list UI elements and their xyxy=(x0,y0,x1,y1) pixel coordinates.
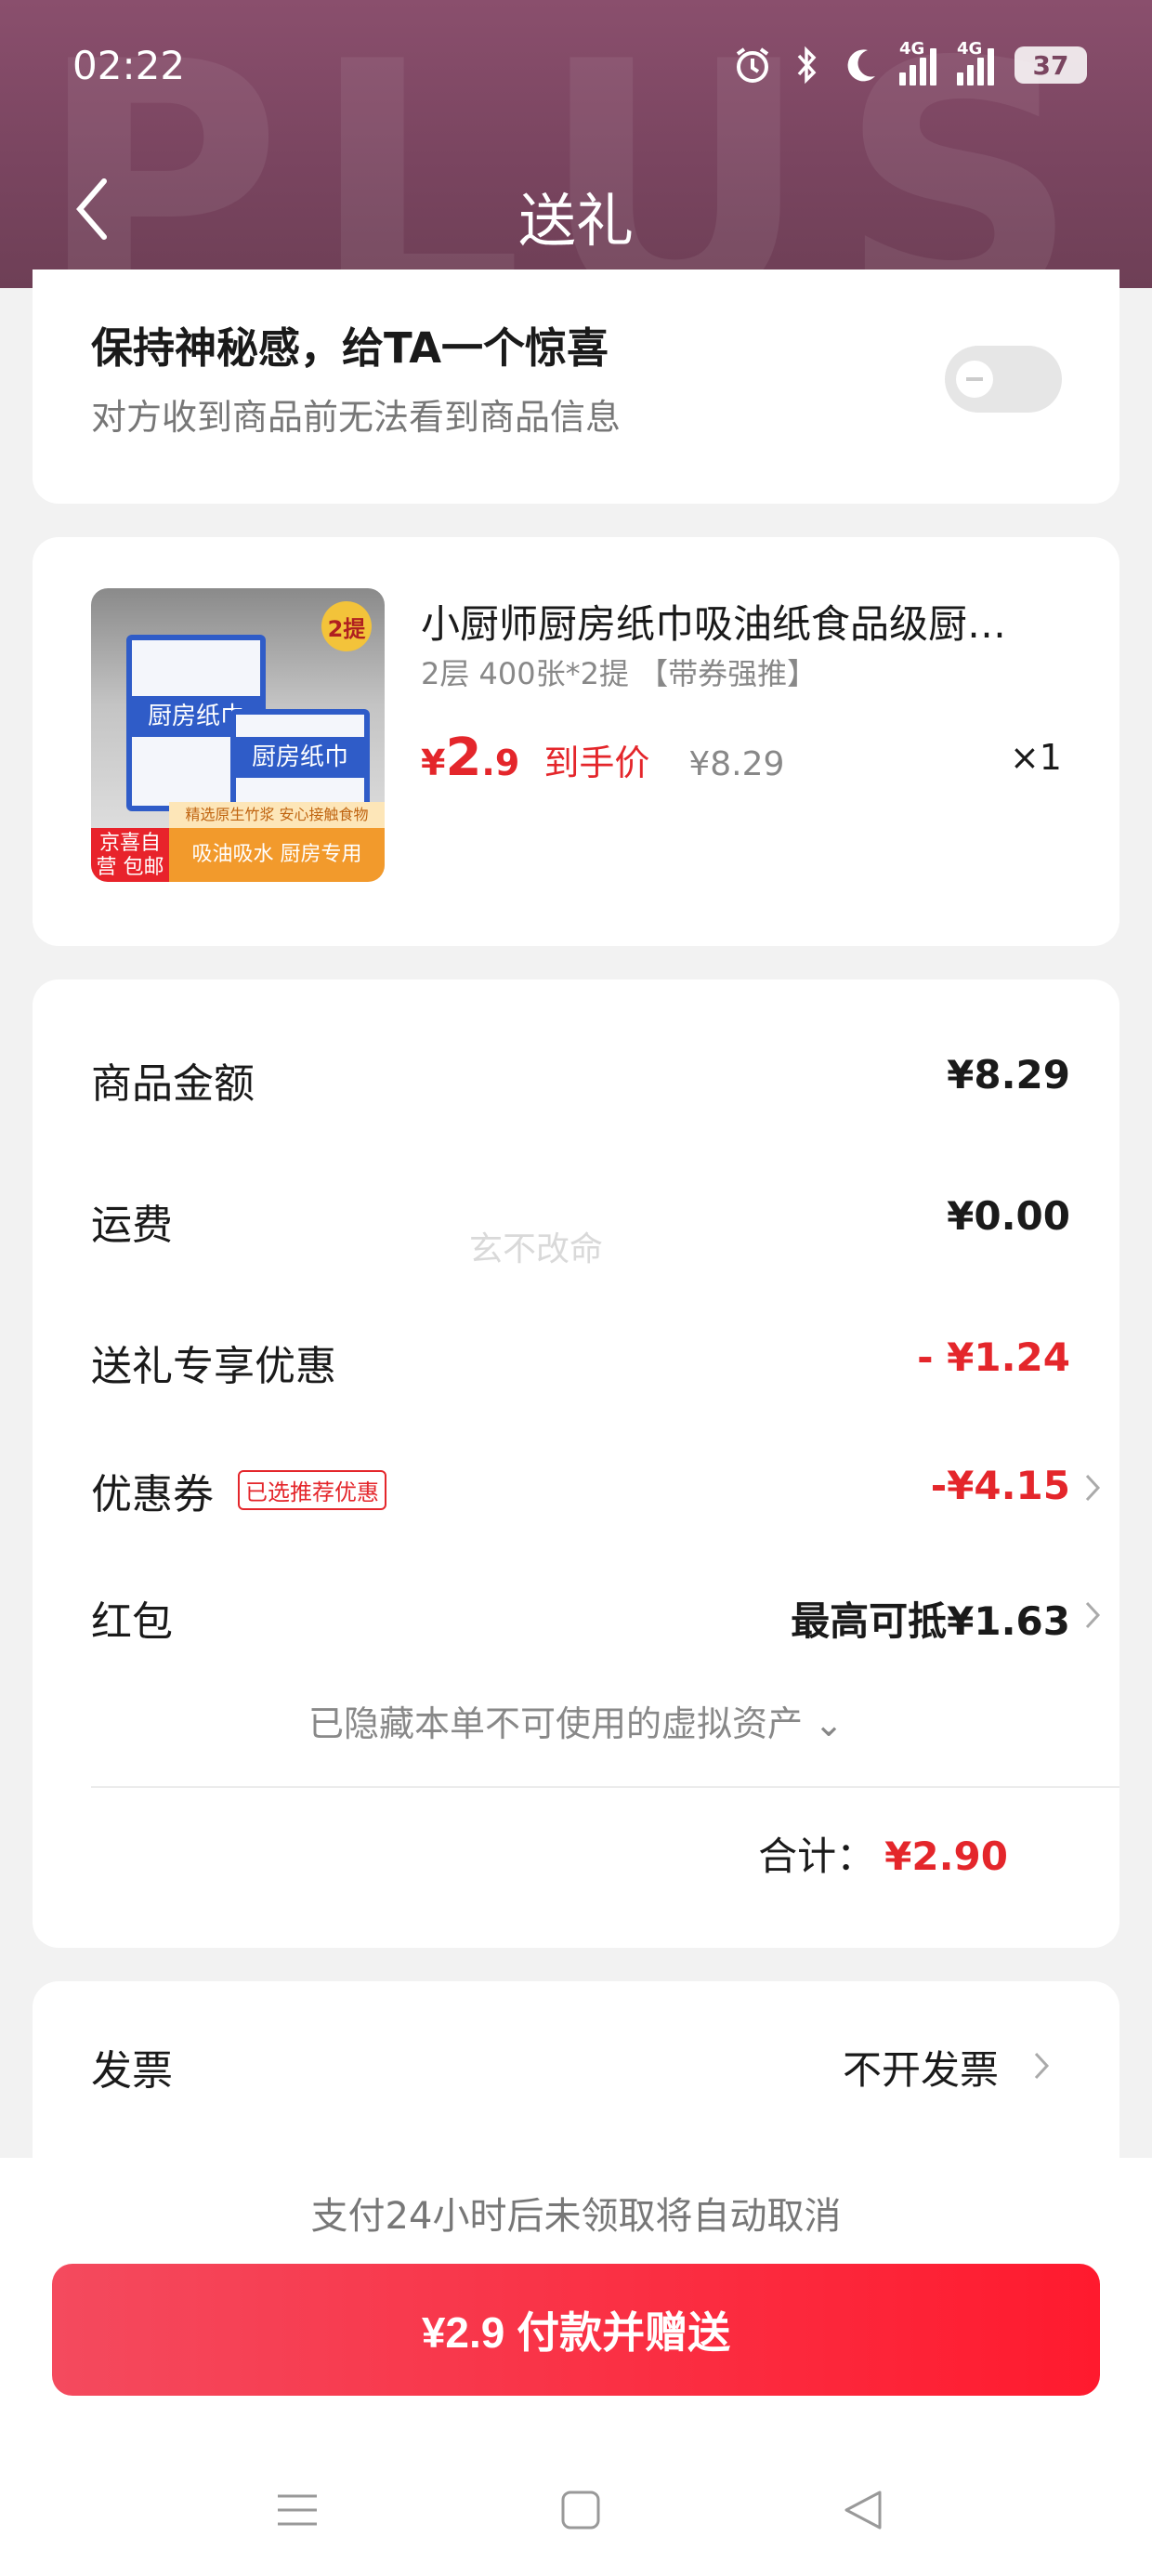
bottom-panel: 支付24小时后未领取将自动取消 ¥2.9 付款并赠送 xyxy=(0,2158,1152,2576)
row-goods-amount: 商品金额 ¥8.29 xyxy=(91,1052,1070,1108)
chevron-right-icon xyxy=(1085,1474,1101,1502)
invoice-value: 不开发票 xyxy=(842,2047,999,2093)
order-total: 合计： ¥2.90 xyxy=(758,1833,1008,1879)
nav-bar: 送礼 xyxy=(0,163,1152,256)
moon-icon xyxy=(847,49,875,82)
surprise-toggle[interactable] xyxy=(945,346,1062,413)
toggle-knob xyxy=(956,361,993,398)
surprise-title: 保持神秘感，给TA一个惊喜 xyxy=(91,323,609,373)
image-tag: 2提 xyxy=(321,601,372,651)
bluetooth-icon xyxy=(797,46,817,85)
signal-icon-2: 4G xyxy=(957,39,994,85)
chevron-right-icon xyxy=(1034,2052,1050,2080)
row-gift-discount: 送礼专享优惠 - ¥1.24 xyxy=(91,1334,1070,1390)
row-coupon[interactable]: 优惠券 已选推荐优惠 -¥4.15 xyxy=(91,1461,1101,1526)
product-card[interactable]: 厨房纸巾 厨房纸巾 2提 精选原生竹浆 安心接触食物 京喜自营 包邮 吸油吸水 … xyxy=(33,537,1119,946)
pay-and-gift-button[interactable]: ¥2.9 付款并赠送 xyxy=(52,2264,1100,2396)
divider xyxy=(91,1786,1119,1788)
status-bar: 02:22 4G 4G 37 xyxy=(0,37,1152,102)
coupon-badge: 已选推荐优惠 xyxy=(238,1470,386,1510)
product-name[interactable]: 小厨师厨房纸巾吸油纸食品级厨… xyxy=(421,593,1090,650)
battery-indicator: 37 xyxy=(1015,46,1087,84)
product-spec: 2层 400张*2提 【带券强推】 xyxy=(421,656,818,691)
image-bottom-badge: 京喜自营 包邮 吸油吸水 厨房专用 xyxy=(91,828,385,882)
header: PLUS 02:22 4G 4G 37 送礼 xyxy=(0,0,1152,288)
alarm-icon xyxy=(736,47,769,83)
price-label: 到手价 xyxy=(543,743,650,783)
original-price: ¥8.29 xyxy=(688,745,785,783)
watermark: 玄不改命 xyxy=(469,1230,604,1268)
status-time: 02:22 xyxy=(72,43,186,88)
signal-icon-1: 4G xyxy=(899,39,936,85)
image-strip: 精选原生竹浆 安心接触食物 xyxy=(169,802,385,828)
menu-icon[interactable] xyxy=(274,2487,321,2533)
home-icon[interactable] xyxy=(559,2487,602,2533)
row-red-packet[interactable]: 红包 最高可抵¥1.63 xyxy=(91,1588,1101,1653)
auto-cancel-notice: 支付24小时后未领取将自动取消 xyxy=(310,2195,842,2238)
system-nav-bar xyxy=(0,2474,1152,2567)
status-icons: 4G 4G 37 xyxy=(732,39,1087,85)
product-image[interactable]: 厨房纸巾 厨房纸巾 2提 精选原生竹浆 安心接触食物 京喜自营 包邮 吸油吸水 … xyxy=(91,588,385,882)
product-quantity: ×1 xyxy=(1009,737,1062,778)
hidden-assets-toggle[interactable]: 已隐藏本单不可使用的虚拟资产 ⌄ xyxy=(33,1695,1119,1746)
back-nav-icon[interactable] xyxy=(841,2487,887,2533)
price-summary-card: 商品金额 ¥8.29 运费 ¥0.00 送礼专享优惠 - ¥1.24 优惠券 已… xyxy=(33,979,1119,1948)
surprise-subtitle: 对方收到商品前无法看到商品信息 xyxy=(91,397,622,438)
invoice-label: 发票 xyxy=(91,2047,173,2095)
chevron-right-icon xyxy=(1085,1601,1101,1629)
surprise-card: 保持神秘感，给TA一个惊喜 对方收到商品前无法看到商品信息 xyxy=(33,269,1119,504)
page-title: 送礼 xyxy=(517,187,634,255)
product-price: ¥ 2 .9 到手价 ¥8.29 xyxy=(421,728,785,788)
